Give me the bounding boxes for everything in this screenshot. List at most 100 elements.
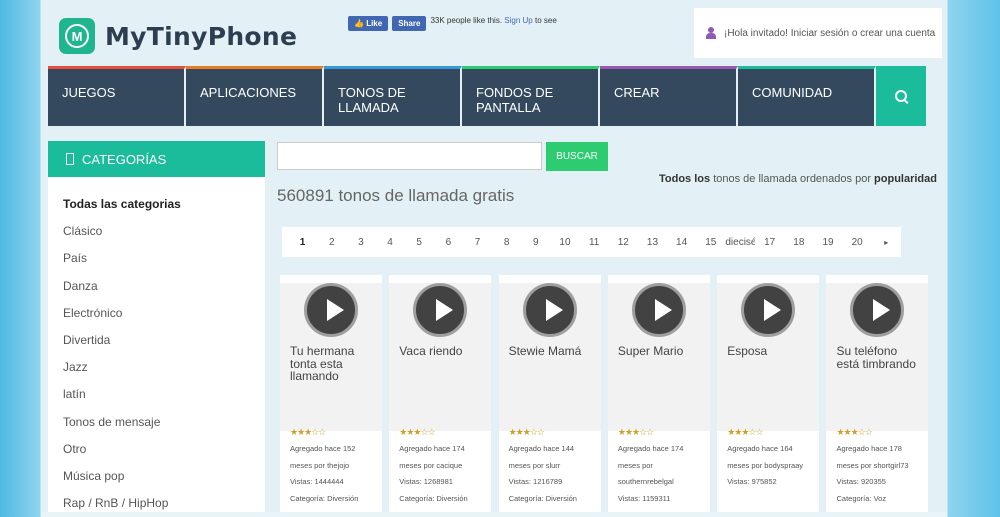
main-nav: JUEGOS APLICACIONES TONOS DE LLAMADA FON… <box>48 66 938 126</box>
category-list: Todas las categorias Clásico País Danza Elec… <box>48 177 265 517</box>
category-item[interactable]: Rap / RnB / HipHop <box>63 490 265 517</box>
category-item[interactable]: Jazz <box>63 354 265 381</box>
play-icon[interactable] <box>850 283 905 337</box>
nav-comunidad[interactable]: COMUNIDAD <box>738 66 876 126</box>
page-link[interactable]: 17 <box>755 237 784 248</box>
category-sidebar: CATEGORÍAS Todas las categorias Clásico Pa… <box>48 141 265 512</box>
facebook-widget: 👍 Like Share 33K people like this. Sign … <box>348 16 565 32</box>
added-info: Agregado hace 174 meses por cacique <box>399 444 465 470</box>
category-item[interactable]: Otro <box>63 436 265 463</box>
page-link[interactable]: 1 <box>288 237 317 248</box>
ringtone-title[interactable]: Stewie Mamá <box>499 337 601 358</box>
page-link[interactable]: 3 <box>346 237 375 248</box>
category-label: Categoría: Voz <box>836 493 887 503</box>
page-link[interactable]: dieciséis <box>725 237 755 248</box>
page-link[interactable]: 4 <box>375 237 404 248</box>
login-link[interactable]: ¡Hola invitado! Iniciar sesión o crear u… <box>724 28 935 39</box>
rating-stars: ★★★☆☆ <box>508 427 545 437</box>
views-count: Vistas: 1216789 <box>508 477 563 486</box>
card-info: ★★★☆☆ Agregado hace 174 meses por cacique… <box>389 423 491 507</box>
page-link[interactable]: 8 <box>492 237 521 248</box>
page-link[interactable]: 11 <box>580 237 609 248</box>
views-count: Vistas: 920355 <box>836 477 886 486</box>
play-icon[interactable] <box>304 283 358 337</box>
views-count: Vistas: 1444444 <box>290 477 344 486</box>
fb-share-button[interactable]: Share <box>392 16 427 31</box>
rating-stars: ★★★☆☆ <box>290 427 326 437</box>
play-icon[interactable] <box>631 283 686 337</box>
category-item[interactable]: Clásico <box>63 218 265 245</box>
site-name: MyTinyPhone <box>105 21 298 51</box>
fb-signup-link[interactable]: Sign Up <box>504 16 532 25</box>
nav-crear[interactable]: CREAR <box>600 66 738 126</box>
rating-stars: ★★★☆☆ <box>617 427 654 437</box>
play-icon[interactable] <box>522 283 577 337</box>
page-link[interactable]: 15 <box>696 237 725 248</box>
sort-note: Todos los tonos de llamada ordenados por… <box>659 173 937 185</box>
sort-popularity-link[interactable]: popularidad <box>874 173 937 185</box>
next-page-icon[interactable]: ▸ <box>872 238 901 247</box>
category-item[interactable]: Música pop <box>63 463 265 490</box>
card-info: ★★★☆☆ Agregado hace 152 meses por thejojo… <box>280 423 382 507</box>
page-link[interactable]: 5 <box>405 237 434 248</box>
category-item[interactable]: Danza <box>63 273 265 300</box>
nav-aplicaciones[interactable]: APLICACIONES <box>186 66 324 126</box>
search-input[interactable] <box>277 142 542 170</box>
ringtone-title[interactable]: Tu hermana tonta esta llamando <box>280 337 382 383</box>
ringtone-card[interactable]: Esposa ★★★☆☆ Agregado hace 164 meses por b… <box>717 275 820 512</box>
card-top: Esposa <box>717 283 820 431</box>
added-info: Agregado hace 144 meses por slurr <box>508 444 575 470</box>
ringtone-title[interactable]: Vaca riendo <box>389 337 491 358</box>
category-label: Categoría: Diversión <box>399 493 468 503</box>
card-top: Vaca riendo <box>389 283 492 431</box>
category-item[interactable]: latín <box>63 381 265 408</box>
category-item[interactable]: Divertida <box>63 327 265 354</box>
nav-juegos[interactable]: JUEGOS <box>48 66 186 126</box>
user-icon <box>706 27 716 39</box>
card-info: ★★★☆☆ Agregado hace 178 meses por shortgi… <box>826 423 928 507</box>
play-icon[interactable] <box>413 283 468 337</box>
ringtone-title[interactable]: Esposa <box>717 337 819 358</box>
ringtone-card[interactable]: Super Mario ★★★☆☆ Agregado hace 174 meses … <box>607 275 710 512</box>
ringtone-title[interactable]: Su teléfono está timbrando <box>826 337 928 370</box>
ringtone-card[interactable]: Stewie Mamá ★★★☆☆ Agregado hace 144 meses … <box>498 275 601 512</box>
added-info: Agregado hace 152 meses por thejojo <box>290 444 356 470</box>
page-link[interactable]: 6 <box>434 237 463 248</box>
card-top: Stewie Mamá <box>498 283 601 431</box>
category-item[interactable]: Todas las categorias <box>63 191 265 218</box>
card-top: Tu hermana tonta esta llamando <box>280 283 382 431</box>
page-link[interactable]: 7 <box>463 237 492 248</box>
ringtone-card[interactable]: Tu hermana tonta esta llamando ★★★☆☆ Agreg… <box>280 275 382 512</box>
ringtone-card[interactable]: Su teléfono está timbrando ★★★☆☆ Agregado … <box>826 275 929 512</box>
category-item[interactable]: País <box>63 245 265 272</box>
page-link[interactable]: 18 <box>784 237 813 248</box>
nav-fondos-de-pantalla[interactable]: FONDOS DE PANTALLA <box>462 66 600 126</box>
category-label: Categoría: Diversión <box>290 493 359 503</box>
page-link[interactable]: 20 <box>843 237 872 248</box>
page-link[interactable]: 19 <box>813 237 842 248</box>
views-count: Vistas: 975852 <box>727 477 777 486</box>
search-icon <box>895 90 907 102</box>
page-link[interactable]: 13 <box>638 237 667 248</box>
page-link[interactable]: 9 <box>521 237 550 248</box>
page-link[interactable]: 10 <box>550 237 579 248</box>
search-button[interactable]: BUSCAR <box>546 142 608 171</box>
page-link[interactable]: 2 <box>317 237 346 248</box>
nav-search-button[interactable] <box>876 66 926 126</box>
page-link[interactable]: 14 <box>667 237 696 248</box>
site-logo[interactable]: M MyTinyPhone <box>59 18 297 54</box>
category-item[interactable]: Electrónico <box>63 300 265 327</box>
phone-icon <box>66 153 74 165</box>
page-link[interactable]: 12 <box>609 237 638 248</box>
category-label: Categoría: Diversión <box>508 493 577 503</box>
page: M MyTinyPhone 👍 Like Share 33K people li… <box>41 0 947 512</box>
ringtone-title[interactable]: Super Mario <box>608 337 710 358</box>
rating-stars: ★★★☆☆ <box>399 427 435 437</box>
pagination: 123456789101112131415dieciséis17181920▸ <box>282 227 901 257</box>
nav-tonos-de-llamada[interactable]: TONOS DE LLAMADA <box>324 66 462 126</box>
ringtone-card[interactable]: Vaca riendo ★★★☆☆ Agregado hace 174 meses … <box>389 275 492 512</box>
fb-like-button[interactable]: 👍 Like <box>348 16 389 31</box>
play-icon[interactable] <box>741 283 796 337</box>
login-box: ¡Hola invitado! Iniciar sesión o crear u… <box>694 8 942 58</box>
category-item[interactable]: Tonos de mensaje <box>63 409 265 436</box>
